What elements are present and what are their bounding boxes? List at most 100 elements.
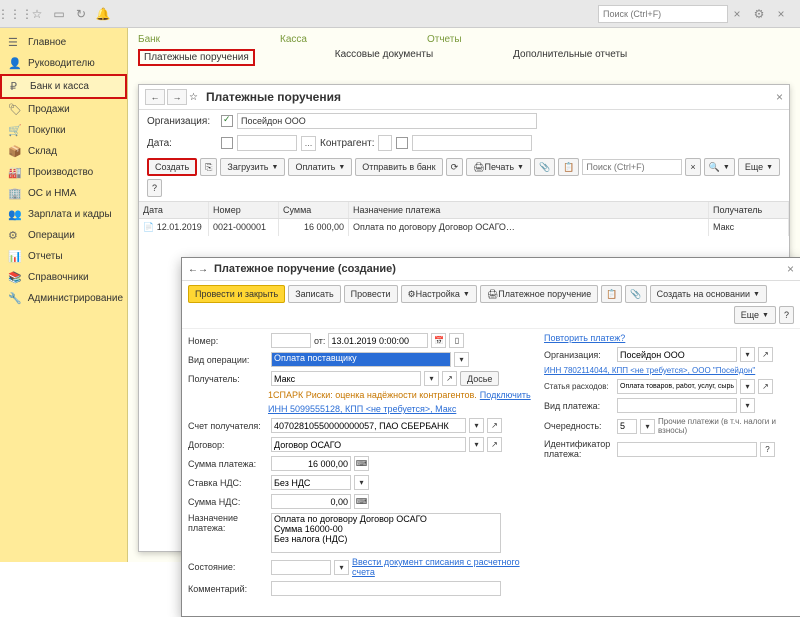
- vat-rate-select[interactable]: [271, 475, 351, 490]
- clipboard-icon[interactable]: ▭: [50, 5, 68, 23]
- repeat-payment-link[interactable]: Повторить платеж?: [544, 333, 625, 343]
- nav-manager[interactable]: 👤Руководителю: [0, 53, 127, 74]
- post-button[interactable]: Провести: [344, 285, 398, 303]
- expense-open-icon[interactable]: ↗: [758, 379, 773, 394]
- sum-input[interactable]: [271, 456, 351, 471]
- date-input[interactable]: [328, 333, 428, 348]
- date-clear-icon[interactable]: ▯: [449, 333, 464, 348]
- paytype-select[interactable]: [617, 398, 737, 413]
- search-button[interactable]: 🔍▼: [704, 158, 735, 176]
- nav-main[interactable]: ☰Главное: [0, 32, 127, 53]
- contract-dd-icon[interactable]: ▾: [469, 437, 484, 452]
- operation-dd-icon[interactable]: ▾: [454, 352, 469, 367]
- org-input[interactable]: [617, 347, 737, 362]
- post-and-close-button[interactable]: Провести и закрыть: [188, 285, 285, 303]
- create-based-button[interactable]: Создать на основании▼: [650, 285, 767, 303]
- expense-input[interactable]: [617, 379, 737, 394]
- grid-row[interactable]: 📄 12.01.2019 0021-000001 16 000,00 Оплат…: [139, 219, 789, 236]
- pay-button[interactable]: Оплатить▼: [288, 158, 352, 176]
- payee-open-icon[interactable]: ↗: [442, 371, 457, 386]
- more-button[interactable]: Еще▼: [738, 158, 780, 176]
- vat-sum-input[interactable]: [271, 494, 351, 509]
- print-button[interactable]: 🖨 Печать▼: [466, 158, 531, 176]
- panel-close-button[interactable]: ×: [776, 90, 783, 104]
- enter-writeoff-link[interactable]: Ввести документ списания с расчетного сч…: [352, 557, 532, 577]
- number-input[interactable]: [271, 333, 311, 348]
- link-extra-reports[interactable]: Дополнительные отчеты: [513, 49, 627, 66]
- nav-references[interactable]: 📚Справочники: [0, 267, 127, 288]
- org-filter-select[interactable]: Посейдон ООО: [237, 113, 537, 129]
- attach-button[interactable]: 📎: [534, 158, 555, 176]
- account-open-icon[interactable]: ↗: [487, 418, 502, 433]
- org-filter-check[interactable]: [221, 115, 233, 127]
- refresh-button[interactable]: ⟳: [446, 158, 464, 176]
- history-icon[interactable]: ↻: [72, 5, 90, 23]
- contract-input[interactable]: [271, 437, 466, 452]
- operation-select[interactable]: Оплата поставщику: [271, 352, 451, 367]
- save-button[interactable]: Записать: [288, 285, 340, 303]
- org-dd-icon[interactable]: ▾: [740, 347, 755, 362]
- calendar-icon[interactable]: 📅: [431, 333, 446, 348]
- contragent-filter-input[interactable]: [412, 135, 532, 151]
- nav-assets[interactable]: 🏢ОС и НМА: [0, 183, 127, 204]
- modal-back-button[interactable]: ←: [188, 264, 198, 275]
- org-open-icon[interactable]: ↗: [758, 347, 773, 362]
- vat-rate-dd-icon[interactable]: ▾: [354, 475, 369, 490]
- load-button[interactable]: Загрузить▼: [220, 158, 285, 176]
- date-filter-check[interactable]: [221, 137, 233, 149]
- back-button[interactable]: ←: [145, 89, 165, 105]
- date-filter-input[interactable]: [237, 135, 297, 151]
- list-search-input[interactable]: [582, 159, 682, 175]
- search-clear-button[interactable]: ×: [685, 158, 700, 176]
- star-icon[interactable]: ☆: [28, 5, 46, 23]
- account-input[interactable]: [271, 418, 466, 433]
- dossier-button[interactable]: Досье: [460, 371, 499, 386]
- purpose-textarea[interactable]: [271, 513, 501, 553]
- paytype-dd-icon[interactable]: ▾: [740, 398, 755, 413]
- nav-purchases[interactable]: 🛒Покупки: [0, 120, 127, 141]
- global-search-input[interactable]: [598, 5, 728, 23]
- payee-input[interactable]: [271, 371, 421, 386]
- apps-icon[interactable]: ⋮⋮⋮: [6, 5, 24, 23]
- contract-open-icon[interactable]: ↗: [487, 437, 502, 452]
- payee-inn-link[interactable]: ИНН 5099555128, КПП <не требуется>, Макс: [268, 404, 456, 414]
- nav-warehouse[interactable]: 📦Склад: [0, 141, 127, 162]
- calc-icon[interactable]: ⌨: [354, 456, 369, 471]
- nav-bank-cash[interactable]: ₽Банк и касса: [0, 74, 127, 99]
- search-clear-icon[interactable]: ×: [728, 5, 746, 23]
- nav-operations[interactable]: ⚙Операции: [0, 225, 127, 246]
- priority-input[interactable]: [617, 419, 637, 434]
- priority-dd-icon[interactable]: ▾: [640, 419, 655, 434]
- modal-close-button[interactable]: ×: [787, 262, 794, 276]
- bell-icon[interactable]: 🔔: [94, 5, 112, 23]
- link-payment-orders[interactable]: Платежные поручения: [138, 49, 255, 66]
- vat-calc-icon[interactable]: ⌨: [354, 494, 369, 509]
- create-button[interactable]: Создать: [147, 158, 197, 176]
- date-picker-icon[interactable]: …: [301, 136, 316, 151]
- star-outline-icon[interactable]: ☆: [189, 92, 198, 103]
- copy-button[interactable]: ⎘: [200, 158, 217, 176]
- close-icon[interactable]: ×: [772, 5, 790, 23]
- nav-reports[interactable]: 📊Отчеты: [0, 246, 127, 267]
- gear-icon[interactable]: ⚙: [750, 5, 768, 23]
- send-to-bank-button[interactable]: Отправить в банк: [355, 158, 442, 176]
- nav-production[interactable]: 🏭Производство: [0, 162, 127, 183]
- org-inn-link[interactable]: ИНН 7802114044, КПП <не требуется>, ООО …: [544, 366, 755, 375]
- nav-sales[interactable]: 🏷Продажи: [0, 99, 127, 120]
- modal-more-button[interactable]: Еще▼: [734, 306, 776, 324]
- edi-button[interactable]: 📋: [558, 158, 579, 176]
- spark-connect-link[interactable]: Подключить: [480, 390, 531, 400]
- contragent-filter-select[interactable]: [378, 135, 392, 151]
- modal-forward-button[interactable]: →: [198, 264, 208, 275]
- comment-input[interactable]: [271, 581, 501, 596]
- account-dd-icon[interactable]: ▾: [469, 418, 484, 433]
- payee-dd-icon[interactable]: ▾: [424, 371, 439, 386]
- help-button[interactable]: ?: [147, 179, 162, 197]
- settings-button[interactable]: ⚙ Настройка▼: [401, 285, 477, 303]
- print-order-button[interactable]: 🖨 Платежное поручение: [480, 285, 598, 303]
- nav-salary[interactable]: 👥Зарплата и кадры: [0, 204, 127, 225]
- ident-help-icon[interactable]: ?: [760, 442, 775, 457]
- modal-help-button[interactable]: ?: [779, 306, 794, 324]
- contragent-filter-check[interactable]: [396, 137, 408, 149]
- ident-input[interactable]: [617, 442, 757, 457]
